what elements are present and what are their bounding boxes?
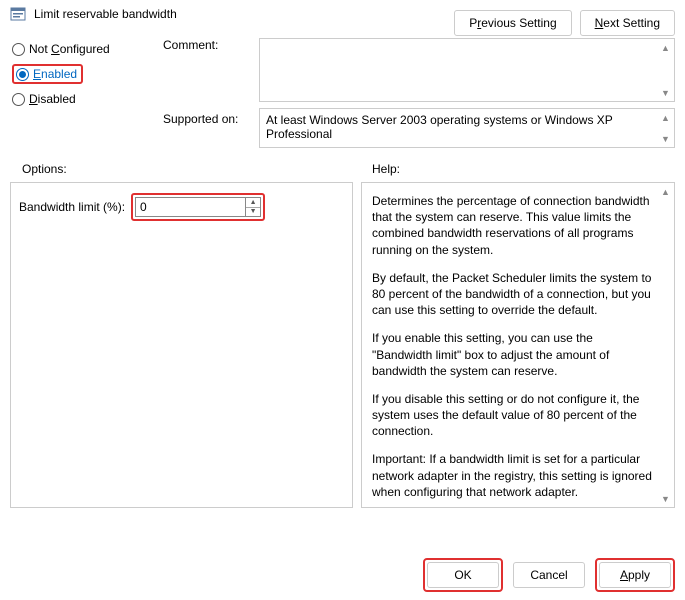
scroll-down-icon[interactable]: ▼ (657, 84, 674, 101)
radio-icon (12, 93, 25, 106)
radio-disabled[interactable]: Disabled (12, 88, 157, 110)
spinner-up-icon[interactable]: ▲ (246, 198, 260, 208)
bandwidth-limit-label: Bandwidth limit (%): (19, 200, 125, 214)
help-text: Determines the percentage of connection … (362, 183, 674, 507)
help-pane: Determines the percentage of connection … (361, 182, 675, 508)
ok-button[interactable]: OK (427, 562, 499, 588)
apply-button-highlight: Apply (595, 558, 675, 592)
bandwidth-limit-input[interactable] (135, 197, 245, 217)
scroll-up-icon[interactable]: ▲ (657, 109, 674, 126)
cancel-button[interactable]: Cancel (513, 562, 585, 588)
scroll-down-icon[interactable]: ▼ (657, 130, 674, 147)
policy-dialog: Limit reservable bandwidth Previous Sett… (0, 0, 685, 600)
ok-button-highlight: OK (423, 558, 503, 592)
scroll-up-icon[interactable]: ▲ (657, 39, 674, 56)
scroll-up-icon[interactable]: ▲ (657, 183, 674, 200)
dialog-footer: OK Cancel Apply (423, 558, 675, 592)
comment-label: Comment: (163, 38, 253, 52)
window-title: Limit reservable bandwidth (34, 7, 177, 21)
radio-not-configured[interactable]: Not Configured (12, 38, 157, 60)
supported-on-text: At least Windows Server 2003 operating s… (260, 109, 674, 145)
radio-icon (12, 43, 25, 56)
help-section-label: Help: (372, 162, 400, 176)
nav-buttons: Previous Setting Next Setting (454, 10, 675, 36)
supported-on-box: At least Windows Server 2003 operating s… (259, 108, 675, 148)
comment-textarea[interactable]: ▲ ▼ (259, 38, 675, 102)
options-pane: Bandwidth limit (%): ▲ ▼ (10, 182, 353, 508)
previous-setting-button[interactable]: Previous Setting (454, 10, 571, 36)
spinner-down-icon[interactable]: ▼ (246, 208, 260, 217)
radio-enabled[interactable]: Enabled (12, 64, 83, 84)
radio-icon (16, 68, 29, 81)
bandwidth-limit-highlight: ▲ ▼ (131, 193, 265, 221)
spinner-buttons: ▲ ▼ (245, 197, 261, 217)
next-setting-button[interactable]: Next Setting (580, 10, 675, 36)
scroll-down-icon[interactable]: ▼ (657, 490, 674, 507)
supported-on-label: Supported on: (163, 108, 253, 126)
policy-icon (10, 6, 26, 22)
apply-button[interactable]: Apply (599, 562, 671, 588)
options-section-label: Options: (22, 162, 372, 176)
